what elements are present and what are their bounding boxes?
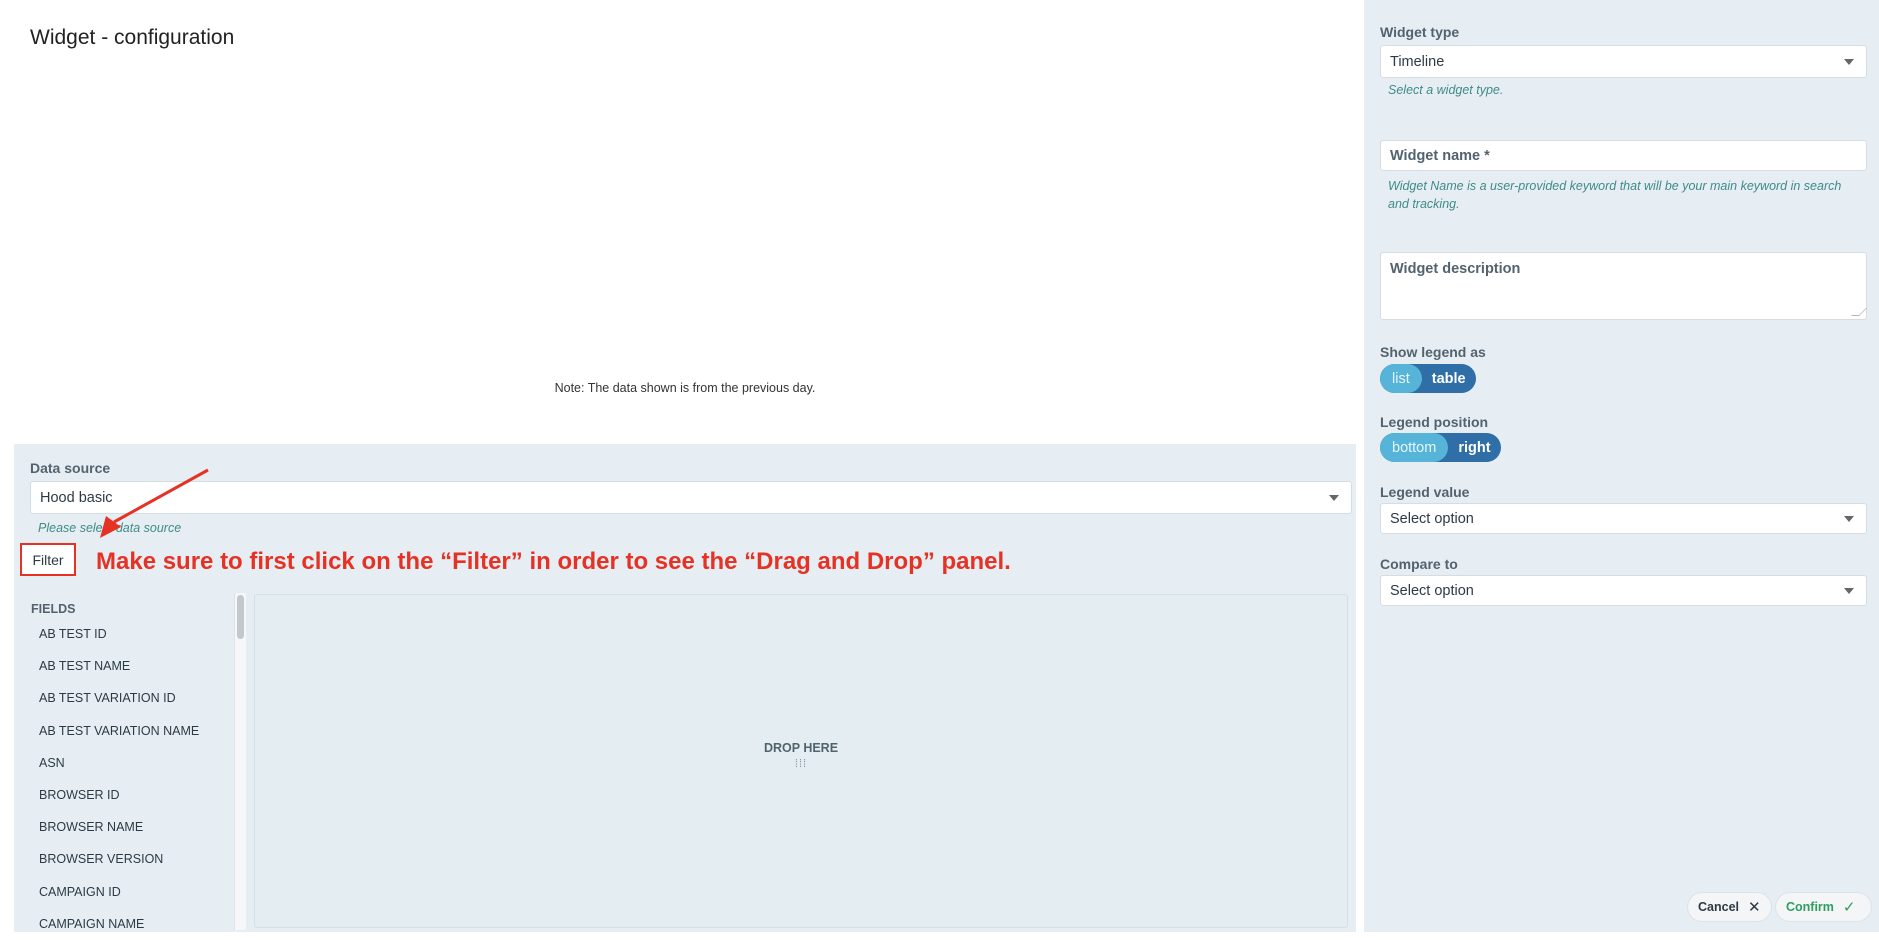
drop-zone-label: DROP HERE <box>763 741 839 755</box>
widget-type-label: Widget type <box>1380 24 1460 40</box>
field-item[interactable]: BROWSER NAME <box>39 819 199 851</box>
chevron-down-icon <box>1844 515 1854 522</box>
widget-name-placeholder: Widget name * <box>1390 148 1490 164</box>
resize-handle-icon[interactable] <box>1851 308 1867 316</box>
check-icon: ✓ <box>1842 899 1856 916</box>
legend-option-table[interactable]: table <box>1422 364 1476 393</box>
field-item[interactable]: AB TEST ID <box>39 626 199 658</box>
widget-name-helper: Widget Name is a user-provided keyword t… <box>1388 179 1842 211</box>
confirm-button[interactable]: Confirm ✓ <box>1775 892 1872 922</box>
chevron-down-icon <box>1844 587 1854 594</box>
field-item[interactable]: AB TEST NAME <box>39 658 199 690</box>
filter-button[interactable]: Filter <box>20 543 76 576</box>
compare-to-label: Compare to <box>1380 556 1458 572</box>
widget-type-helper: Select a widget type. <box>1388 83 1504 97</box>
fields-scrollbar[interactable] <box>234 593 246 930</box>
drag-grip-icon: ⁞⁞⁞ <box>794 758 808 770</box>
field-item[interactable]: CAMPAIGN ID <box>39 884 199 916</box>
scrollbar-thumb[interactable] <box>237 595 244 639</box>
show-legend-label: Show legend as <box>1380 344 1486 360</box>
fields-list-panel: FIELDS AB TEST ID AB TEST NAME AB TEST V… <box>22 592 246 928</box>
legend-value-select[interactable]: Select option <box>1380 503 1867 534</box>
field-item[interactable]: AB TEST VARIATION NAME <box>39 723 199 755</box>
legend-position-right[interactable]: right <box>1448 433 1500 462</box>
confirm-label: Confirm <box>1786 900 1834 914</box>
data-source-label: Data source <box>30 460 111 476</box>
data-source-value: Hood basic <box>40 489 113 506</box>
widget-type-value: Timeline <box>1390 53 1445 70</box>
close-icon: ✕ <box>1748 899 1761 916</box>
widget-description-field[interactable]: Widget description <box>1380 252 1867 320</box>
legend-position-toggle[interactable]: bottom right <box>1380 433 1501 462</box>
drop-zone[interactable]: DROP HERE ⁞⁞⁞ <box>254 594 1348 928</box>
show-legend-toggle[interactable]: list table <box>1380 364 1476 393</box>
compare-to-value: Select option <box>1390 582 1474 599</box>
compare-to-select[interactable]: Select option <box>1380 575 1867 606</box>
widget-name-field[interactable]: Widget name * <box>1380 140 1867 171</box>
field-item[interactable]: BROWSER VERSION <box>39 851 199 883</box>
config-panel: Widget type Timeline Select a widget typ… <box>1364 0 1879 932</box>
field-item[interactable]: CAMPAIGN NAME <box>39 916 199 928</box>
fields-title: FIELDS <box>31 602 76 616</box>
fields-list: AB TEST ID AB TEST NAME AB TEST VARIATIO… <box>39 626 199 928</box>
legend-option-list[interactable]: list <box>1380 364 1422 393</box>
legend-value-label: Legend value <box>1380 484 1470 500</box>
legend-position-bottom[interactable]: bottom <box>1380 433 1449 462</box>
cancel-label: Cancel <box>1698 900 1739 914</box>
data-source-select[interactable]: Hood basic <box>30 481 1352 514</box>
chevron-down-icon <box>1329 494 1339 501</box>
cancel-button[interactable]: Cancel ✕ <box>1687 892 1772 922</box>
data-note: Note: The data shown is from the previou… <box>554 381 816 395</box>
widget-description-placeholder: Widget description <box>1390 261 1521 277</box>
data-source-helper: Please select data source <box>38 521 182 535</box>
widget-type-select[interactable]: Timeline <box>1380 45 1867 78</box>
chevron-down-icon <box>1844 58 1854 65</box>
data-panel: Data source Hood basic Please select dat… <box>14 444 1356 932</box>
legend-position-label: Legend position <box>1380 414 1489 430</box>
field-item[interactable]: BROWSER ID <box>39 787 199 819</box>
page-title: Widget - configuration <box>30 26 235 49</box>
field-item[interactable]: AB TEST VARIATION ID <box>39 690 199 722</box>
legend-value-value: Select option <box>1390 510 1474 527</box>
filter-callout: Make sure to first click on the “Filter”… <box>96 548 1011 575</box>
field-item[interactable]: ASN <box>39 755 199 787</box>
